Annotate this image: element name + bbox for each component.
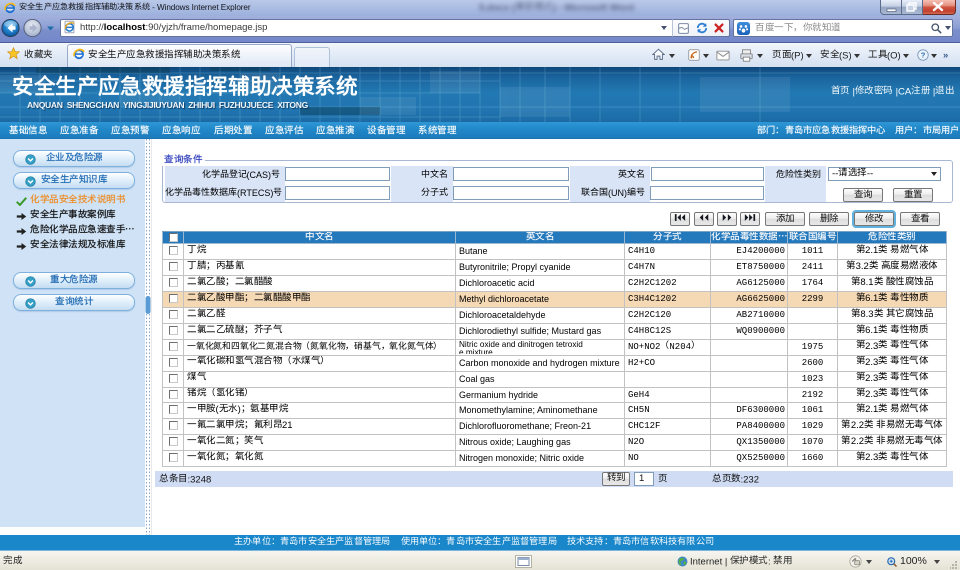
svg-text:?: ? (921, 51, 926, 60)
